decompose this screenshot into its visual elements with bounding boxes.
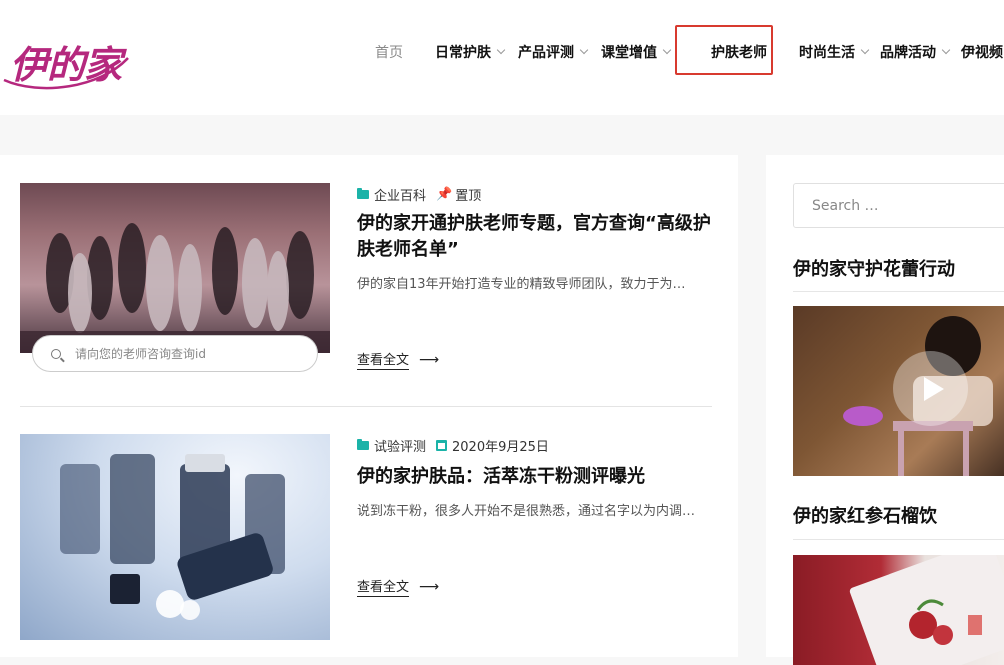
chevron-down-icon: [496, 45, 506, 55]
sidebar: Search … 伊的家守护花蕾行动 伊的家红参石榴饮: [766, 155, 1004, 665]
post-thumbnail[interactable]: [20, 183, 330, 353]
chevron-down-icon: [860, 45, 870, 55]
group-photo-illustration: [20, 223, 330, 353]
post-meta: 企业百科 📌 置顶: [357, 185, 481, 204]
post-meta: 试验评测 2020年9月25日: [357, 436, 549, 455]
read-more-label: 查看全文: [357, 576, 410, 597]
main-content: 企业百科 📌 置顶 伊的家开通护肤老师专题，官方查询“高级护肤老师名单” 伊的家…: [0, 155, 738, 657]
nav-item-label: 品牌活动: [880, 45, 936, 61]
nav-item-label: 产品评测: [518, 45, 574, 61]
pin-icon: 📌: [436, 187, 453, 202]
nav-item-classroom[interactable]: 课堂增值: [601, 36, 672, 68]
nav-item-label: 课堂增值: [601, 45, 657, 61]
chevron-down-icon: [941, 45, 951, 55]
nav-item-brand-events[interactable]: 品牌活动: [880, 36, 951, 68]
chevron-down-icon: [579, 45, 589, 55]
widget-title: 伊的家红参石榴饮: [793, 506, 937, 527]
post-category[interactable]: 企业百科: [374, 185, 426, 204]
read-more-label: 查看全文: [357, 349, 410, 370]
post-excerpt: 说到冻干粉，很多人开始不是很熟悉，通过名字以为内调…: [357, 504, 696, 519]
nav-item-daily-skincare[interactable]: 日常护肤: [435, 36, 506, 68]
nav-item-video[interactable]: 伊视频: [961, 36, 1003, 68]
teacher-search-placeholder: 请向您的老师咨询查询id: [75, 347, 206, 361]
widget-video-thumbnail[interactable]: [793, 306, 1004, 476]
sidebar-search-placeholder: Search …: [812, 197, 879, 214]
post-thumbnail[interactable]: [20, 434, 330, 640]
chevron-down-icon: [662, 45, 672, 55]
arrow-right-icon: ⟶: [419, 351, 440, 368]
teacher-search-input[interactable]: 请向您的老师咨询查询id: [32, 335, 318, 372]
nav-item-product-review[interactable]: 产品评测: [518, 36, 589, 68]
post-date: 2020年9月25日: [452, 440, 549, 455]
post-category[interactable]: 试验评测: [374, 436, 426, 455]
nav-item-label: 伊视频: [961, 45, 1003, 61]
nav-item-fashion-life[interactable]: 时尚生活: [799, 36, 870, 68]
widget-divider: [793, 539, 1004, 540]
read-more-link[interactable]: 查看全文 ⟶: [357, 576, 439, 597]
post-excerpt: 伊的家自13年开始打造专业的精致导师团队，致力于为…: [357, 277, 686, 292]
post-title[interactable]: 伊的家开通护肤老师专题，官方查询“高级护肤老师名单”: [357, 211, 712, 263]
calendar-icon: [436, 440, 448, 451]
folder-icon: [357, 439, 369, 450]
read-more-link[interactable]: 查看全文 ⟶: [357, 349, 439, 370]
nav-item-label: 时尚生活: [799, 45, 855, 61]
sidebar-search-input[interactable]: Search …: [793, 183, 1004, 228]
nav-highlight-box: [675, 25, 773, 75]
widget-title: 伊的家守护花蕾行动: [793, 259, 955, 280]
pinned-label: 置顶: [455, 189, 482, 204]
site-header: 伊的家 首页 日常护肤 产品评测 课堂增值 护肤老师 时尚生活 品牌活动 伊视频: [0, 0, 1004, 115]
nav-item-label: 日常护肤: [435, 45, 491, 61]
nav-item-home[interactable]: 首页: [375, 36, 403, 68]
search-icon: [51, 348, 61, 359]
post-divider: [20, 406, 712, 407]
site-logo[interactable]: 伊的家: [0, 18, 135, 93]
folder-icon: [357, 188, 369, 199]
arrow-right-icon: ⟶: [419, 578, 440, 595]
nav-item-label: 首页: [375, 45, 403, 61]
logo-text: 伊的家: [10, 42, 122, 87]
widget-product-image[interactable]: [793, 555, 1004, 665]
play-icon[interactable]: [893, 351, 968, 426]
widget-divider: [793, 291, 1004, 292]
vials-illustration: [60, 454, 285, 620]
pomegranate-box-illustration: [849, 555, 1004, 665]
post-title[interactable]: 伊的家护肤品：活萃冻干粉测评曝光: [357, 464, 712, 490]
